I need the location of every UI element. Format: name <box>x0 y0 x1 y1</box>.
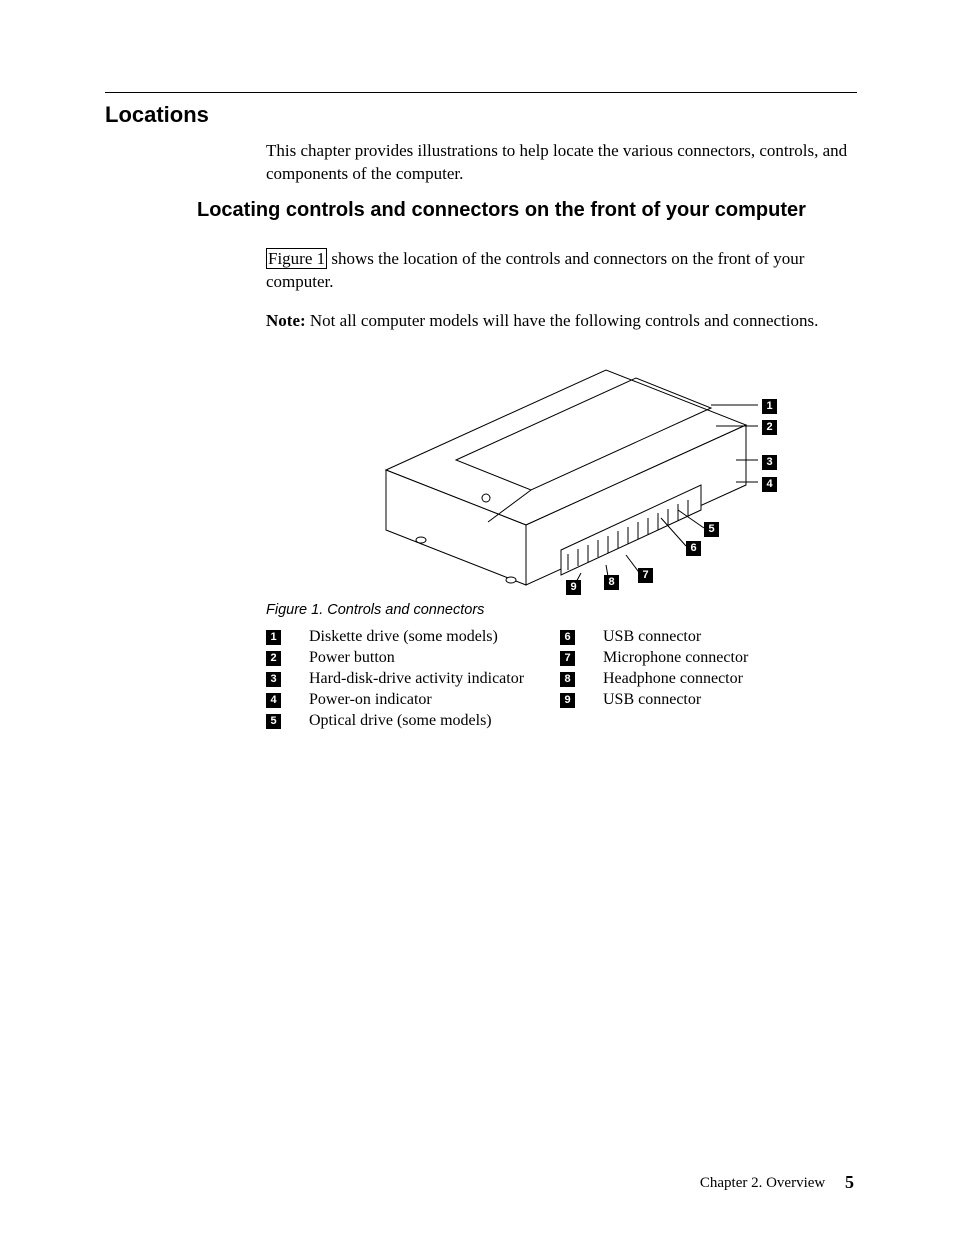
callout-7: 7 <box>638 568 653 583</box>
figure-legend: 1 Diskette drive (some models) 2 Power but… <box>266 628 820 733</box>
callout-8: 8 <box>604 575 619 590</box>
legend-label-6: USB connector <box>603 628 701 645</box>
legend-label-4: Power-on indicator <box>309 691 432 708</box>
legend-col-right: 6 USB connector 7 Microphone connector 8 He… <box>560 628 820 712</box>
legend-num-4: 4 <box>266 693 281 708</box>
figure-1-xref[interactable]: Figure 1 <box>266 248 327 269</box>
legend-col-left: 1 Diskette drive (some models) 2 Power but… <box>266 628 556 733</box>
note-text: Not all computer models will have the fo… <box>310 311 818 330</box>
intro-paragraph: This chapter provides illustrations to h… <box>266 140 856 196</box>
legend-label-1: Diskette drive (some models) <box>309 628 498 645</box>
callout-3: 3 <box>762 455 777 470</box>
legend-label-5: Optical drive (some models) <box>309 712 492 729</box>
intro-text: This chapter provides illustrations to h… <box>266 140 856 186</box>
callout-1: 1 <box>762 399 777 414</box>
figure-ref-paragraph: Figure 1 shows the location of the contr… <box>266 248 856 294</box>
callout-2: 2 <box>762 420 777 435</box>
body-paragraphs: Figure 1 shows the location of the contr… <box>266 248 856 349</box>
legend-item-8: 8 Headphone connector <box>560 670 820 691</box>
legend-num-7: 7 <box>560 651 575 666</box>
top-rule <box>105 92 857 93</box>
callout-9: 9 <box>566 580 581 595</box>
note-paragraph: Note: Not all computer models will have … <box>266 310 856 333</box>
legend-num-8: 8 <box>560 672 575 687</box>
figure-ref-tail: shows the location of the controls and c… <box>266 249 804 291</box>
page-footer: Chapter 2. Overview 5 <box>700 1172 854 1193</box>
legend-label-2: Power button <box>309 649 395 666</box>
legend-num-2: 2 <box>266 651 281 666</box>
figure-callouts: 1 2 3 4 5 6 7 8 9 <box>266 350 856 600</box>
legend-label-9: USB connector <box>603 691 701 708</box>
section-heading-locations: Locations <box>105 102 209 128</box>
legend-num-5: 5 <box>266 714 281 729</box>
callout-4: 4 <box>762 477 777 492</box>
callout-6: 6 <box>686 541 701 556</box>
legend-item-7: 7 Microphone connector <box>560 649 820 670</box>
legend-item-4: 4 Power-on indicator <box>266 691 556 712</box>
legend-item-3: 3 Hard-disk-drive activity indicator <box>266 670 556 691</box>
footer-chapter: Chapter 2. Overview <box>700 1175 825 1191</box>
legend-item-1: 1 Diskette drive (some models) <box>266 628 556 649</box>
legend-item-6: 6 USB connector <box>560 628 820 649</box>
figure-caption: Figure 1. Controls and connectors <box>266 602 856 618</box>
document-page: Locations This chapter provides illustra… <box>0 0 954 1235</box>
legend-num-3: 3 <box>266 672 281 687</box>
subsection-heading: Locating controls and connectors on the … <box>197 198 857 223</box>
footer-page-number: 5 <box>845 1172 854 1192</box>
legend-num-1: 1 <box>266 630 281 645</box>
legend-item-2: 2 Power button <box>266 649 556 670</box>
legend-label-8: Headphone connector <box>603 670 743 687</box>
legend-label-3: Hard-disk-drive activity indicator <box>309 670 524 687</box>
callout-5: 5 <box>704 522 719 537</box>
legend-item-5: 5 Optical drive (some models) <box>266 712 556 733</box>
legend-label-7: Microphone connector <box>603 649 748 666</box>
legend-num-9: 9 <box>560 693 575 708</box>
legend-item-9: 9 USB connector <box>560 691 820 712</box>
note-label: Note: <box>266 311 306 330</box>
legend-num-6: 6 <box>560 630 575 645</box>
